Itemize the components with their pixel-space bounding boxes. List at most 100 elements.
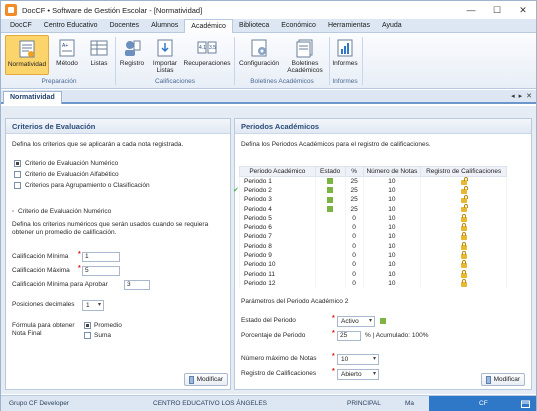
recuperaciones-button[interactable]: 4.1 3.5 Recuperaciones bbox=[183, 35, 231, 75]
tab-biblioteca[interactable]: Biblioteca bbox=[233, 19, 275, 32]
metodo-button[interactable]: A+ Método bbox=[53, 35, 81, 75]
tab-ayuda[interactable]: Ayuda bbox=[376, 19, 408, 32]
table-row[interactable]: Periodo 6 0 10 bbox=[239, 222, 507, 233]
criterios-panel: Criterios de Evaluación Defina los crite… bbox=[5, 118, 231, 390]
max-notas-dropdown[interactable]: 10 bbox=[337, 354, 379, 365]
suma-radio[interactable] bbox=[84, 332, 91, 339]
locked-icon[interactable] bbox=[460, 241, 467, 250]
unlocked-icon[interactable] bbox=[460, 195, 468, 204]
estado-cell bbox=[314, 269, 346, 279]
informes-icon bbox=[337, 39, 353, 57]
locked-icon[interactable] bbox=[460, 260, 467, 269]
col-porcentaje[interactable]: % bbox=[344, 166, 364, 177]
locked-icon[interactable] bbox=[460, 278, 467, 287]
close-button[interactable]: ✕ bbox=[510, 1, 536, 19]
numero-notas-cell: 10 bbox=[362, 260, 422, 270]
tab-economico[interactable]: Económico bbox=[275, 19, 322, 32]
numero-notas-cell: 10 bbox=[362, 185, 422, 196]
table-row[interactable]: Periodo 10 0 10 bbox=[239, 260, 507, 270]
table-row[interactable]: Periodo 12 0 10 bbox=[239, 278, 507, 289]
min-grade-label: Calificación Mínima bbox=[12, 253, 69, 260]
porcentaje-cell: 25 bbox=[344, 185, 364, 196]
min-approve-input[interactable]: 3 bbox=[124, 280, 150, 290]
periodos-modify-button[interactable]: Modificar bbox=[481, 373, 525, 386]
periodos-description: Defina los Periodos Académicos para el r… bbox=[241, 141, 431, 148]
estado-cell bbox=[314, 185, 346, 196]
registro-dropdown[interactable]: Abierto bbox=[337, 369, 379, 380]
section-bullet: ◦ bbox=[12, 208, 15, 215]
porcentaje-input[interactable]: 25 bbox=[337, 331, 361, 341]
doc-tab-controls: ◂ ▸ ✕ bbox=[511, 92, 532, 100]
required-marker: * bbox=[332, 368, 335, 375]
boletines-academicos-button[interactable]: Boletines Académicos bbox=[285, 35, 325, 75]
locked-icon[interactable] bbox=[460, 213, 467, 222]
criterios-modify-button[interactable]: Modificar bbox=[184, 373, 228, 386]
active-indicator bbox=[327, 196, 334, 203]
decimals-dropdown[interactable]: 1 bbox=[82, 300, 104, 311]
status-brand-area: CF bbox=[429, 396, 536, 411]
doc-tab-normatividad[interactable]: Normatividad bbox=[3, 91, 62, 104]
table-row[interactable]: Periodo 11 0 10 bbox=[239, 269, 507, 279]
formula-label: Fórmula para obtener Nota Final bbox=[12, 322, 75, 337]
estado-cell bbox=[314, 213, 346, 223]
normatividad-icon bbox=[19, 40, 35, 58]
boletines-icon bbox=[296, 39, 313, 58]
promedio-label: Promedio bbox=[94, 322, 122, 329]
maximize-button[interactable]: ☐ bbox=[484, 1, 510, 19]
locked-icon[interactable] bbox=[460, 269, 467, 278]
minimize-button[interactable]: — bbox=[458, 1, 484, 19]
col-periodo[interactable]: Periodo Académico bbox=[239, 166, 316, 177]
col-estado[interactable]: Estado bbox=[314, 166, 346, 177]
scroll-left-icon[interactable]: ◂ bbox=[511, 92, 515, 100]
numeric-section-description: Defina los criterios numéricos que serán… bbox=[12, 221, 209, 236]
criterio-numerico-label: Criterio de Evaluación Numérico bbox=[25, 160, 119, 167]
tab-alumnos[interactable]: Alumnos bbox=[145, 19, 184, 32]
estado-cell bbox=[314, 176, 346, 186]
table-row[interactable]: Periodo 8 0 10 bbox=[239, 241, 507, 251]
tab-herramientas[interactable]: Herramientas bbox=[322, 19, 376, 32]
tab-centro-educativo[interactable]: Centro Educativo bbox=[38, 19, 104, 32]
table-row[interactable]: Periodo 5 0 10 bbox=[239, 213, 507, 223]
tab-docentes[interactable]: Docentes bbox=[103, 19, 145, 32]
importar-listas-button[interactable]: Importar Listas bbox=[149, 35, 181, 75]
table-row[interactable]: ✔ Periodo 2 25 10 bbox=[233, 185, 507, 196]
informes-button[interactable]: Informes bbox=[331, 35, 359, 75]
unlocked-icon[interactable] bbox=[460, 185, 468, 194]
table-row[interactable]: Periodo 1 25 10 bbox=[239, 176, 507, 186]
min-grade-input[interactable]: 1 bbox=[82, 252, 120, 262]
col-registro[interactable]: Registro de Calificaciones bbox=[420, 166, 507, 177]
max-grade-input[interactable]: 5 bbox=[82, 266, 120, 276]
close-tab-icon[interactable]: ✕ bbox=[526, 92, 532, 100]
scroll-right-icon[interactable]: ▸ bbox=[519, 92, 523, 100]
criterio-agrupamiento-checkbox[interactable] bbox=[14, 182, 21, 189]
calendar-icon[interactable] bbox=[521, 400, 530, 408]
normatividad-button[interactable]: Normatividad bbox=[5, 35, 49, 75]
table-row[interactable]: Periodo 4 25 10 bbox=[239, 204, 507, 214]
locked-icon[interactable] bbox=[460, 250, 467, 259]
configuracion-button[interactable]: Configuración bbox=[237, 35, 281, 75]
unlocked-icon[interactable] bbox=[460, 204, 468, 213]
porcentaje-cell: 0 bbox=[344, 278, 364, 289]
locked-icon[interactable] bbox=[460, 232, 467, 241]
criterio-numerico-checkbox[interactable] bbox=[14, 160, 21, 167]
listas-button[interactable]: Listas bbox=[85, 35, 113, 75]
table-row[interactable]: Periodo 9 0 10 bbox=[239, 250, 507, 261]
registro-cell bbox=[420, 260, 507, 270]
required-marker: * bbox=[78, 251, 81, 258]
table-row[interactable]: Periodo 3 25 10 bbox=[239, 195, 507, 205]
criterio-alfabetico-checkbox[interactable] bbox=[14, 171, 21, 178]
tab-academico[interactable]: Académico bbox=[184, 19, 233, 33]
promedio-radio[interactable] bbox=[84, 322, 91, 329]
registro-button[interactable]: Registro bbox=[117, 35, 147, 75]
estado-dropdown[interactable]: Activo bbox=[337, 316, 375, 327]
configuracion-label: Configuración bbox=[238, 60, 280, 67]
estado-cell bbox=[314, 195, 346, 205]
periodo-name: Periodo 4 bbox=[244, 205, 272, 213]
locked-icon[interactable] bbox=[460, 223, 467, 232]
tab-doccf[interactable]: DocCF bbox=[4, 19, 38, 32]
table-row[interactable]: Periodo 7 0 10 bbox=[239, 232, 507, 242]
numero-notas-cell: 10 bbox=[362, 195, 422, 205]
col-numero-notas[interactable]: Número de Notas bbox=[362, 166, 422, 177]
porcentaje-cell: 0 bbox=[344, 250, 364, 261]
unlocked-icon[interactable] bbox=[460, 176, 468, 185]
